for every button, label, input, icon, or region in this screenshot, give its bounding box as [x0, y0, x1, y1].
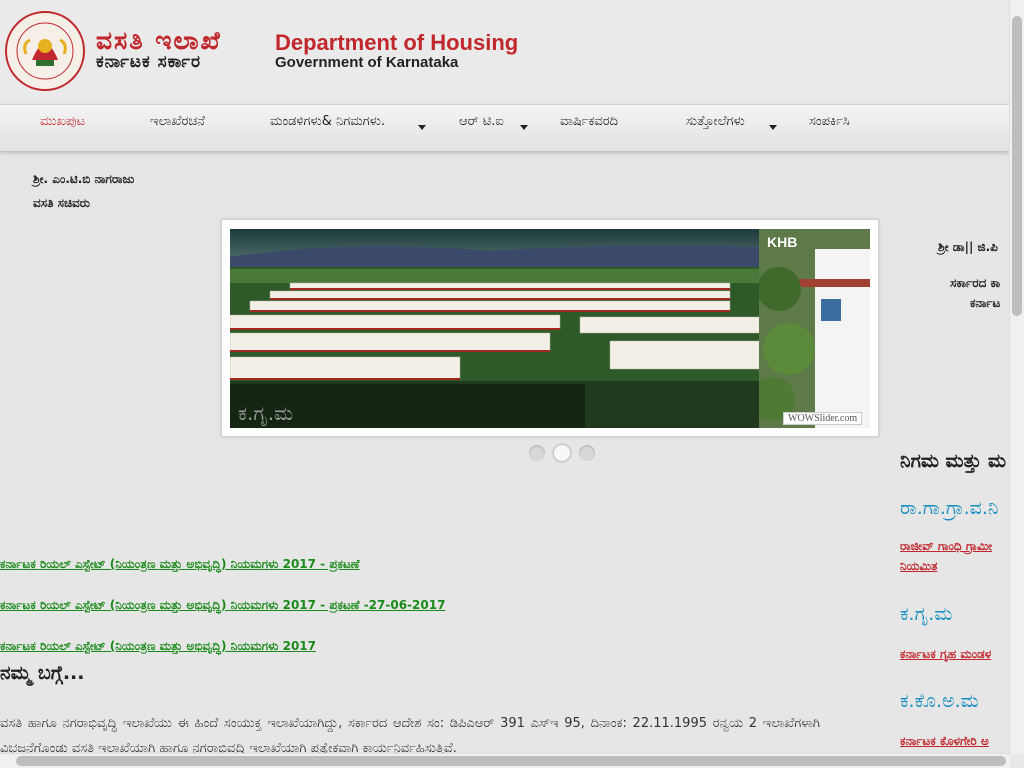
secretary-role-line2: ಕರ್ನಾಟ	[970, 296, 1001, 310]
secretary-name: ಶ್ರೀ ಡಾ|| ಜಿ.ಪಿ	[938, 240, 998, 254]
slider-dot-2[interactable]	[554, 445, 570, 461]
nav-item-circulars[interactable]: ಸುತ್ತೋಲೆಗಳು	[686, 114, 745, 129]
corp-abbr-khb: ಕ.ಗೃ.ಮ	[900, 603, 953, 625]
rera-rules-link-announcement[interactable]: ಕರ್ನಾಟಕ ರಿಯಲ್ ಎಸ್ಟೇಟ್ (ನಿಯಂತ್ರಣ ಮತ್ತು ಅಭ…	[0, 557, 360, 572]
nav-item-boards-corporations[interactable]: ಮಂಡಳಿಗಳು& ನಿಗಮಗಳು.	[270, 114, 385, 129]
slider-dot-1[interactable]	[529, 445, 545, 461]
about-heading: ನಮ್ಮ ಬಗ್ಗೆ...	[0, 662, 85, 684]
site-title-english: Department of Housing	[275, 30, 519, 55]
nav-item-home[interactable]: ಮುಖಪುಟ	[40, 114, 85, 129]
slide-image-khb[interactable]: KHB WOWSlider.com	[759, 229, 870, 428]
horizontal-scroll-thumb[interactable]	[16, 756, 1006, 766]
corp-link-rggvn[interactable]: ರಾಜೀವ್ ಗಾಂಧಿ ಗ್ರಾಮೀ	[900, 539, 992, 554]
slide-caption: ಕ.ಗೃ.ಮ	[238, 401, 294, 425]
chevron-down-icon[interactable]	[418, 125, 426, 130]
chevron-down-icon[interactable]	[769, 125, 777, 130]
corp-link-rggvn-line2[interactable]: ನಿಯಮಿತ	[900, 559, 937, 574]
minister-role: ವಸತಿ ಸಚಿವರು	[33, 196, 90, 210]
horizontal-scrollbar[interactable]	[0, 753, 1010, 768]
slide-image-housing[interactable]: ಕ.ಗೃ.ಮ	[230, 229, 759, 428]
nav-item-department-structure[interactable]: ಇಲಾಖೆರಚನೆ	[150, 114, 205, 129]
scrollbar-corner	[1010, 754, 1024, 768]
image-slider: ಕ.ಗೃ.ಮ KHB WOWSlider.com	[221, 219, 879, 437]
nav-item-rti[interactable]: ಆರ್ ಟಿ.ಐ	[459, 114, 504, 129]
rera-rules-link-announcement-dated[interactable]: ಕರ್ನಾಟಕ ರಿಯಲ್ ಎಸ್ಟೇಟ್ (ನಿಯಂತ್ರಣ ಮತ್ತು ಅಭ…	[0, 598, 445, 613]
nav-item-annual-report[interactable]: ವಾರ್ಷಿಕವರದಿ	[560, 114, 618, 129]
rera-rules-link[interactable]: ಕರ್ನಾಟಕ ರಿಯಲ್ ಎಸ್ಟೇಟ್ (ನಿಯಂತ್ರಣ ಮತ್ತು ಅಭ…	[0, 639, 316, 654]
secretary-role-line1: ಸರ್ಕಾರದ ಕಾ	[950, 276, 1001, 290]
corp-abbr-rggvn: ರಾ.ಗಾ.ಗ್ರಾ.ವ.ನಿ	[900, 497, 999, 519]
site-header: ವಸತಿ ಇಲಾಖೆ ಕರ್ನಾಟಕ ಸರ್ಕಾರ Department of …	[0, 0, 1010, 100]
corp-link-khb[interactable]: ಕರ್ನಾಟಕ ಗೃಹ ಮಂಡಳ	[900, 647, 991, 662]
slide-side-label: KHB	[767, 234, 798, 250]
main-navigation: ಮುಖಪುಟ ಇಲಾಖೆರಚನೆ ಮಂಡಳಿಗಳು& ನಿಗಮಗಳು. ಆರ್ …	[0, 104, 1010, 152]
slider-dot-3[interactable]	[579, 445, 595, 461]
corporations-heading: ನಿಗಮ ಮತ್ತು ಮ	[900, 450, 1007, 472]
slider-credit[interactable]: WOWSlider.com	[783, 412, 863, 425]
site-subtitle-english: Government of Karnataka	[275, 54, 459, 71]
corp-link-kkam[interactable]: ಕರ್ನಾಟಕ ಕೊಳಗೇರಿ ಅ	[900, 734, 989, 749]
chevron-down-icon[interactable]	[520, 125, 528, 130]
site-subtitle-kannada: ಕರ್ನಾಟಕ ಸರ್ಕಾರ	[96, 52, 202, 72]
vertical-scroll-thumb[interactable]	[1012, 16, 1022, 316]
minister-name: ಶ್ರೀ. ಎಂ.ಟಿ.ಬಿ ನಾಗರಾಜು	[33, 172, 135, 186]
corp-abbr-kkam: ಕ.ಕೊ.ಅ.ಮ	[900, 690, 979, 712]
nav-item-contact[interactable]: ಸಂಪರ್ಕಿಸಿ	[809, 114, 850, 129]
vertical-scrollbar[interactable]	[1009, 0, 1024, 754]
karnataka-emblem-logo[interactable]	[2, 10, 88, 92]
